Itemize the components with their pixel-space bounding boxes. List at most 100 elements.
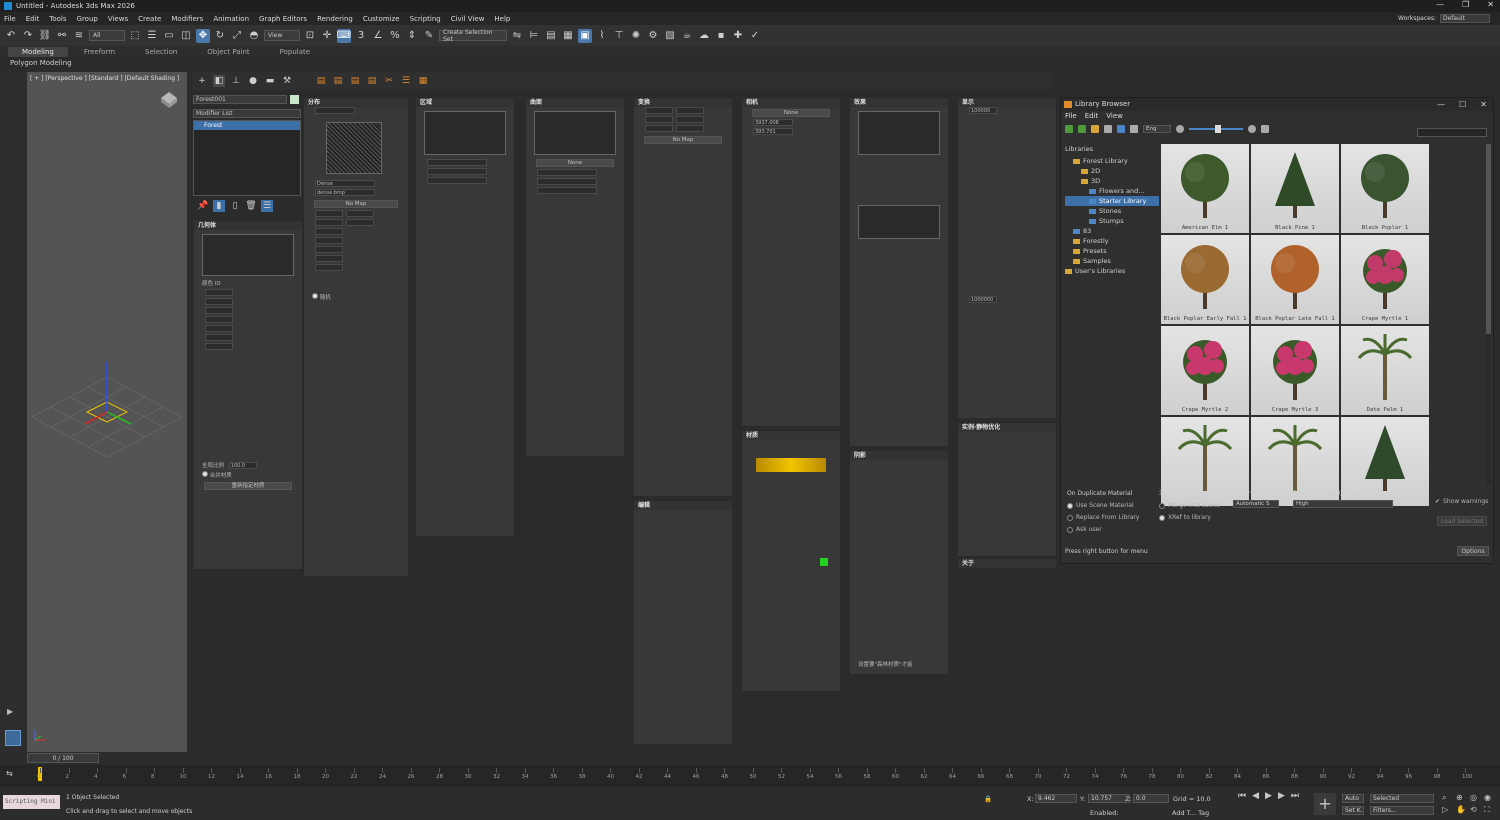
surface-field-2[interactable] (537, 178, 597, 185)
opt-replace-from-library[interactable]: Replace From Library (1067, 512, 1139, 524)
lib-menu-view[interactable]: View (1106, 111, 1123, 122)
show-end-result-icon[interactable]: ▮ (213, 200, 225, 212)
utilities-tab-icon[interactable]: ⚒ (281, 75, 293, 87)
transform-map-button[interactable]: No Map (644, 136, 722, 144)
save-icon[interactable]: ▪ (714, 29, 728, 43)
forest-tool-4-icon[interactable]: ▤ (366, 75, 378, 87)
tree-item[interactable]: Forest Library (1065, 156, 1159, 166)
menu-scripting[interactable]: Scripting (410, 15, 441, 23)
dist-field-3[interactable] (315, 219, 343, 226)
tab-freeform[interactable]: Freeform (70, 47, 129, 57)
scale-icon[interactable]: ⤢ (230, 29, 244, 43)
forest-tool-7-icon[interactable]: ▦ (417, 75, 429, 87)
dist-field-8[interactable] (315, 255, 343, 262)
library-item[interactable]: American Elm 1 (1161, 144, 1249, 233)
check-icon[interactable]: ✓ (748, 29, 762, 43)
render-icon[interactable]: ☕ (680, 29, 694, 43)
pivot-icon[interactable]: ⊡ (303, 29, 317, 43)
tab-populate[interactable]: Populate (266, 47, 324, 57)
next-frame-icon[interactable]: ▶ (1278, 791, 1285, 801)
modify-tab-icon[interactable]: ◧ (213, 75, 225, 87)
random-row[interactable]: 随机 (304, 293, 408, 302)
rebuild-material-button[interactable]: 重新指定材质 (204, 482, 292, 490)
select-by-name-icon[interactable]: ☰ (145, 29, 159, 43)
dense-select[interactable]: Dense (315, 180, 375, 187)
area-field-3[interactable] (427, 177, 487, 184)
load-selected-button[interactable]: Load Selected (1437, 516, 1487, 526)
distribution-header[interactable]: 分布 (304, 98, 408, 107)
opt-xref-to-library[interactable]: XRef to library (1159, 512, 1220, 524)
info-icon[interactable] (1261, 124, 1269, 133)
hierarchy-tab-icon[interactable]: ⊥ (230, 75, 242, 87)
field-of-view-icon[interactable]: ▷ (1442, 805, 1454, 815)
tr-x1[interactable] (645, 107, 673, 114)
move-icon[interactable]: ✥ (196, 28, 210, 43)
align-icon[interactable]: ⊨ (527, 29, 541, 43)
window-crossing-icon[interactable]: ◫ (179, 29, 193, 43)
tree-item[interactable]: Starter Library (1065, 196, 1159, 206)
render-setup-icon[interactable]: ⚙ (646, 29, 660, 43)
set-key-button[interactable]: Set K. (1342, 806, 1364, 815)
render-quality-select[interactable]: High (1293, 500, 1393, 508)
zoom-in-icon[interactable] (1248, 124, 1256, 133)
thumbnail-size-slider[interactable] (1189, 124, 1243, 133)
make-unique-icon[interactable]: ▯ (229, 200, 241, 212)
undo-icon[interactable]: ↶ (4, 29, 18, 43)
dist-field-2[interactable] (346, 210, 374, 217)
settings-lib-icon[interactable] (1130, 124, 1138, 133)
object-name-field[interactable]: Forest001 (193, 95, 287, 104)
lib-minimize-icon[interactable]: — (1437, 98, 1445, 111)
modifier-list-select[interactable]: Modifier List (193, 109, 301, 118)
dist-field-4[interactable] (346, 219, 374, 226)
forest-tool-5-icon[interactable]: ✂ (383, 75, 395, 87)
play-icon[interactable]: ▶ (1265, 791, 1272, 801)
curve-editor-icon[interactable]: ⌇ (595, 29, 609, 43)
forest-tool-3-icon[interactable]: ▤ (349, 75, 361, 87)
camera-value-field-2[interactable]: 393.701 (753, 128, 793, 135)
isolate-icon[interactable]: 🔒 (984, 795, 992, 803)
material-color-swatch[interactable] (820, 558, 828, 566)
restore-icon[interactable]: ❐ (1462, 0, 1469, 9)
menu-animation[interactable]: Animation (213, 15, 249, 23)
field-7[interactable] (205, 343, 233, 350)
spinner-snap-icon[interactable]: ⇕ (405, 29, 419, 43)
pin-stack-icon[interactable]: 📌 (197, 200, 209, 212)
track-bar-icon[interactable]: ⇆ (6, 769, 13, 778)
surface-field-3[interactable] (537, 187, 597, 194)
modifier-stack-forest[interactable]: Forest (194, 121, 300, 130)
menu-help[interactable]: Help (494, 15, 510, 23)
tr-z2[interactable] (676, 125, 704, 132)
zoom-extents-all-icon[interactable]: ◉ (1484, 793, 1496, 803)
tree-item[interactable]: Stones (1065, 206, 1159, 216)
ribbon-toggle-icon[interactable]: ▣ (578, 28, 592, 43)
tree-item[interactable]: Samples (1065, 256, 1159, 266)
tr-x2[interactable] (676, 107, 704, 114)
tree-item[interactable]: 83 (1065, 226, 1159, 236)
tab-modeling[interactable]: Modeling (8, 46, 68, 57)
key-filters-button[interactable]: Filters... (1370, 806, 1434, 815)
schematic-view-icon[interactable]: ⊤ (612, 29, 626, 43)
close-icon[interactable]: ✕ (1487, 0, 1494, 9)
dist-field-6[interactable] (315, 237, 343, 244)
track-bar[interactable]: ⇆ 0 2 4 6 8 10 12 14 16 18 20 22 24 26 28 30 32 34 36 38 40 4… (0, 765, 1500, 787)
tree-item[interactable]: Presets (1065, 246, 1159, 256)
auto-key-button[interactable]: Auto (1342, 794, 1364, 803)
menu-modifiers[interactable]: Modifiers (171, 15, 203, 23)
placement-icon[interactable]: ◓ (247, 29, 261, 43)
go-to-end-icon[interactable]: ⏭ (1291, 791, 1299, 801)
layer-explorer-icon[interactable]: ▦ (561, 29, 575, 43)
go-to-start-icon[interactable]: ⏮ (1238, 791, 1246, 801)
composite-row[interactable]: 合并材质 (194, 471, 302, 480)
minimize-icon[interactable]: — (1436, 0, 1444, 9)
tree-item[interactable]: 2D (1065, 166, 1159, 176)
maximize-viewport-icon[interactable]: ⛶ (1484, 805, 1496, 815)
tr-y1[interactable] (645, 116, 673, 123)
field-4[interactable] (205, 316, 233, 323)
prev-frame-icon[interactable]: ◀ (1252, 791, 1259, 801)
viewcube-icon[interactable] (157, 86, 181, 108)
effects-header[interactable]: 效果 (850, 98, 948, 107)
menu-create[interactable]: Create (138, 15, 161, 23)
dense-bmp-field[interactable]: dense.bmp (315, 189, 375, 196)
orbit-icon[interactable]: ⟲ (1470, 805, 1482, 815)
menu-edit[interactable]: Edit (26, 15, 40, 23)
